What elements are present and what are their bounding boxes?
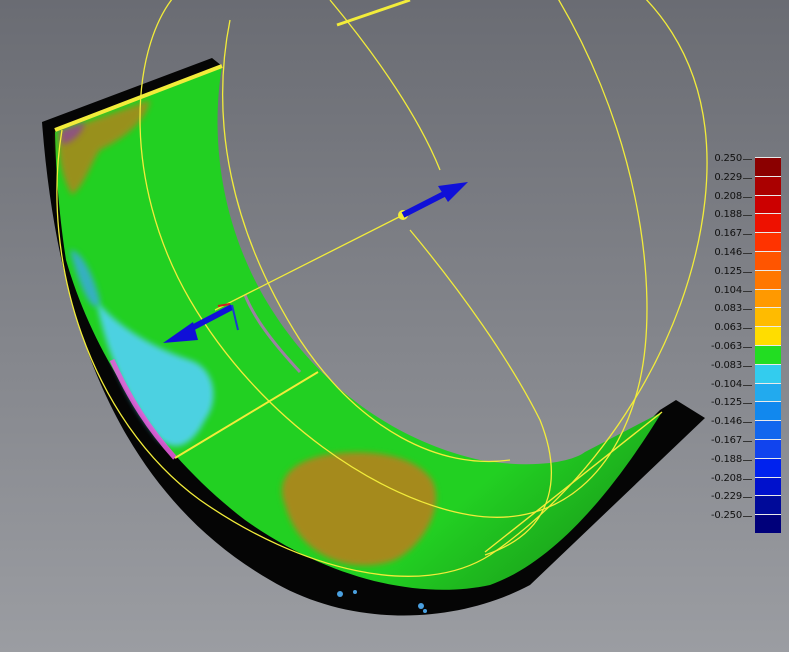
legend-row: 0.146: [700, 247, 786, 270]
legend-value-label: 0.229: [714, 171, 742, 183]
legend-row: 0.250: [700, 153, 786, 176]
legend-row: -0.229: [700, 491, 786, 515]
legend-value-label: 0.104: [714, 284, 742, 296]
gizmo-arrow-up-head[interactable]: [438, 182, 468, 202]
legend-color-swatch: [755, 514, 781, 534]
legend-row: 0.104: [700, 284, 786, 308]
legend-tick: [743, 196, 752, 198]
legend-tick: [743, 516, 752, 518]
surface-shading: [55, 66, 662, 590]
legend-value-label: -0.146: [710, 416, 742, 428]
legend-row: -0.250: [700, 510, 786, 534]
legend-tick: [743, 347, 752, 348]
legend-value-label: -0.188: [710, 453, 742, 465]
legend-value-label: -0.208: [710, 472, 742, 484]
legend-row: 0.188: [700, 209, 786, 233]
legend-value-label: 0.208: [714, 190, 742, 202]
legend-value-label: 0.250: [714, 153, 742, 164]
legend-value-label: 0.083: [714, 303, 742, 315]
3d-viewport[interactable]: [0, 0, 789, 652]
legend-row: 0.125: [700, 265, 786, 289]
legend-value-label: -0.083: [710, 359, 742, 371]
gizmo-arrow-up-shaft: [401, 189, 450, 218]
legend-tick: [743, 441, 752, 442]
legend-value-label: 0.063: [714, 322, 742, 334]
legend-tick: [743, 478, 752, 480]
legend-tick: [743, 384, 752, 386]
legend-value-label: -0.125: [710, 397, 742, 409]
axis-line-top: [336, 0, 411, 27]
legend-row: -0.167: [700, 435, 786, 458]
legend-row: -0.188: [700, 453, 786, 477]
legend-value-label: 0.146: [714, 247, 742, 258]
legend-row: 0.063: [700, 322, 786, 346]
legend-row: 0.167: [700, 228, 786, 252]
legend-tick: [743, 403, 752, 405]
legend-tick: [743, 290, 752, 292]
legend-tick: [743, 459, 752, 461]
legend-value-label: -0.104: [710, 378, 742, 390]
legend-tick: [743, 253, 752, 254]
legend-row: -0.104: [700, 378, 786, 402]
legend-tick: [743, 215, 752, 217]
legend-value-label: -0.250: [710, 510, 742, 522]
legend-tick: [743, 234, 752, 236]
legend-tick: [743, 365, 752, 367]
legend-row: -0.063: [700, 341, 786, 364]
legend-row: 0.229: [700, 171, 786, 195]
legend-row: 0.083: [700, 303, 786, 327]
legend-value-label: -0.229: [710, 491, 742, 503]
legend-row: -0.083: [700, 359, 786, 383]
color-scale-legend: 0.250 0.229 0.208 0.188 0.167 0.146 0.125 0.104…: [700, 153, 786, 538]
legend-tick: [743, 309, 752, 311]
legend-tick: [743, 271, 752, 273]
legend-value-label: -0.063: [710, 341, 742, 352]
legend-tick: [743, 328, 752, 330]
legend-value-label: 0.125: [714, 265, 742, 277]
legend-value-label: -0.167: [710, 435, 742, 446]
legend-tick: [743, 422, 752, 424]
legend-row: 0.208: [700, 190, 786, 214]
legend-tick: [743, 497, 752, 499]
legend-tick: [743, 159, 752, 160]
legend-row: -0.146: [700, 416, 786, 440]
legend-value-label: 0.167: [714, 228, 742, 240]
legend-value-label: 0.188: [714, 209, 742, 221]
legend-row: -0.125: [700, 397, 786, 421]
legend-row: -0.208: [700, 472, 786, 496]
legend-tick: [743, 177, 752, 179]
